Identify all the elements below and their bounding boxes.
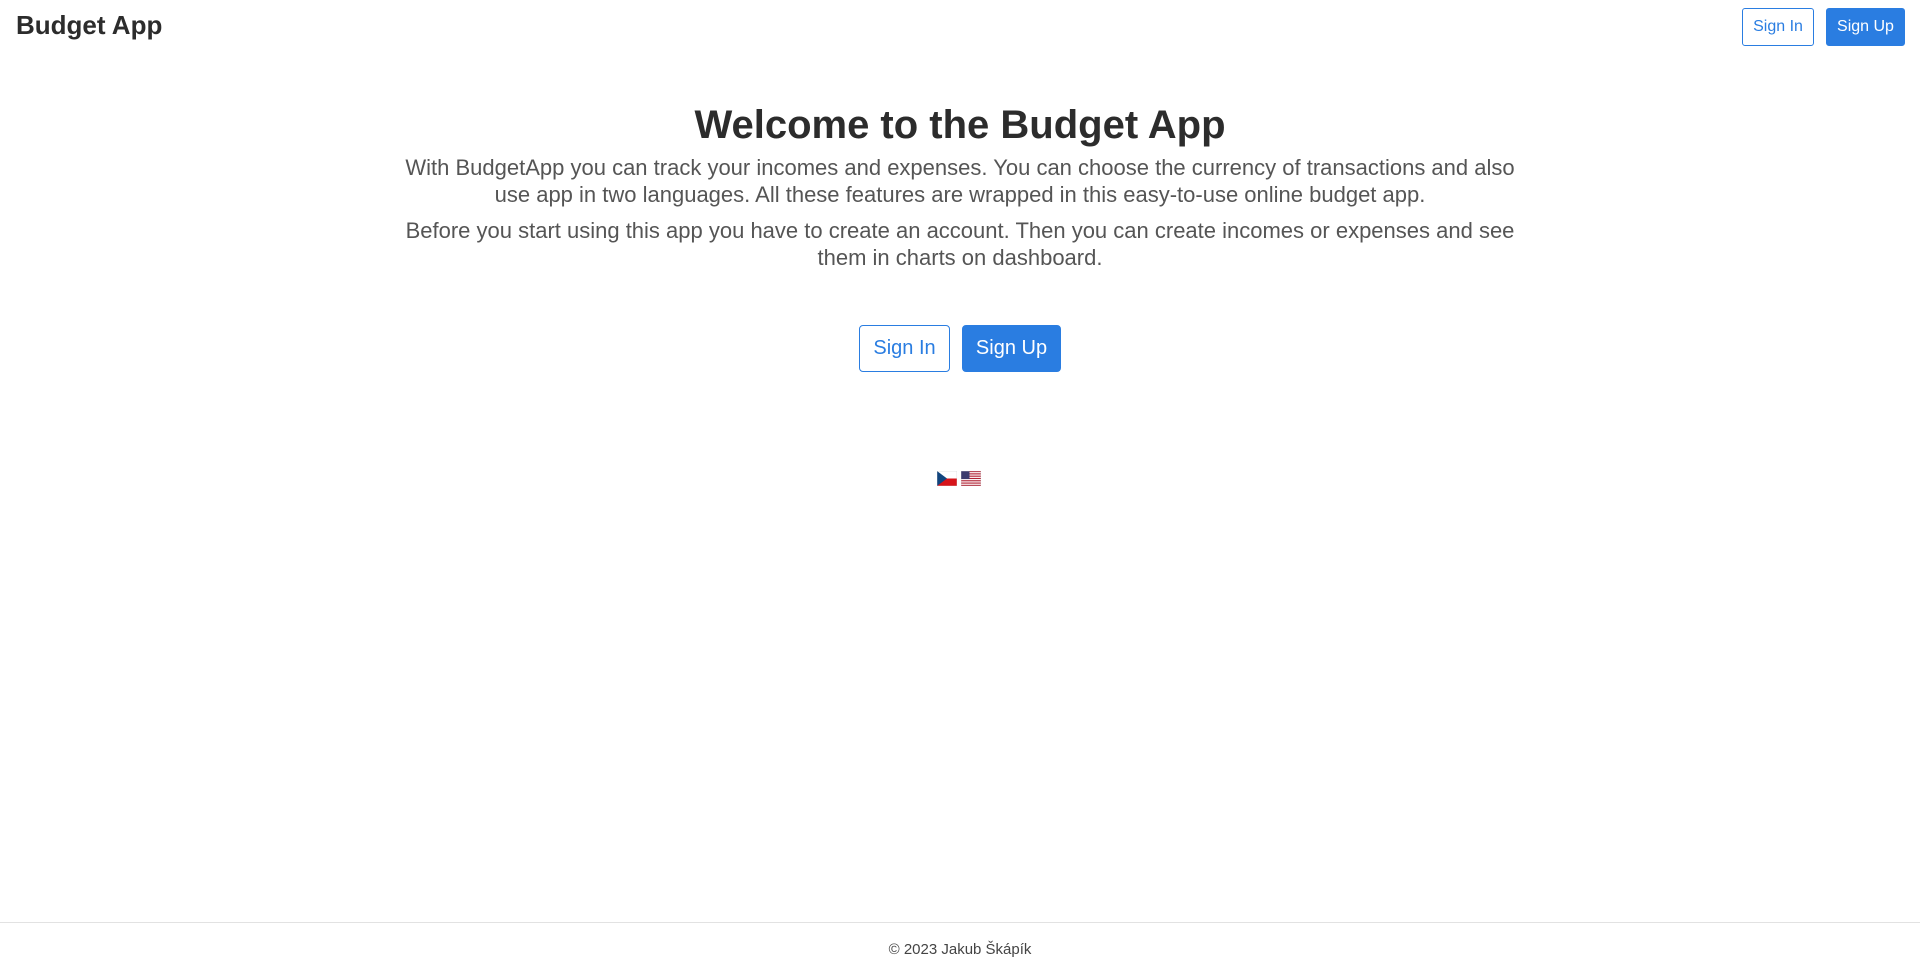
language-switcher [937,471,981,486]
hero-section: Welcome to the Budget App With BudgetApp… [0,100,1920,271]
sign-up-button[interactable]: Sign Up [962,325,1061,372]
header-sign-up-button[interactable]: Sign Up [1826,8,1905,46]
copyright-text: © 2023 Jakub Škápík [888,941,1032,958]
call-to-action: Sign In Sign Up [0,325,1920,372]
header-sign-in-button[interactable]: Sign In [1742,8,1814,46]
us-flag-icon[interactable] [961,471,981,486]
footer: © 2023 Jakub Škápík [0,922,1920,978]
page-title: Welcome to the Budget App [694,103,1226,147]
brand-logo[interactable]: Budget App [16,10,162,41]
intro-paragraph: With BudgetApp you can track your income… [405,155,1515,207]
instructions-paragraph: Before you start using this app you have… [405,218,1515,270]
navbar: Budget App Sign In Sign Up [0,0,1920,54]
sign-in-button[interactable]: Sign In [859,325,950,372]
czech-flag-icon[interactable] [937,471,957,486]
